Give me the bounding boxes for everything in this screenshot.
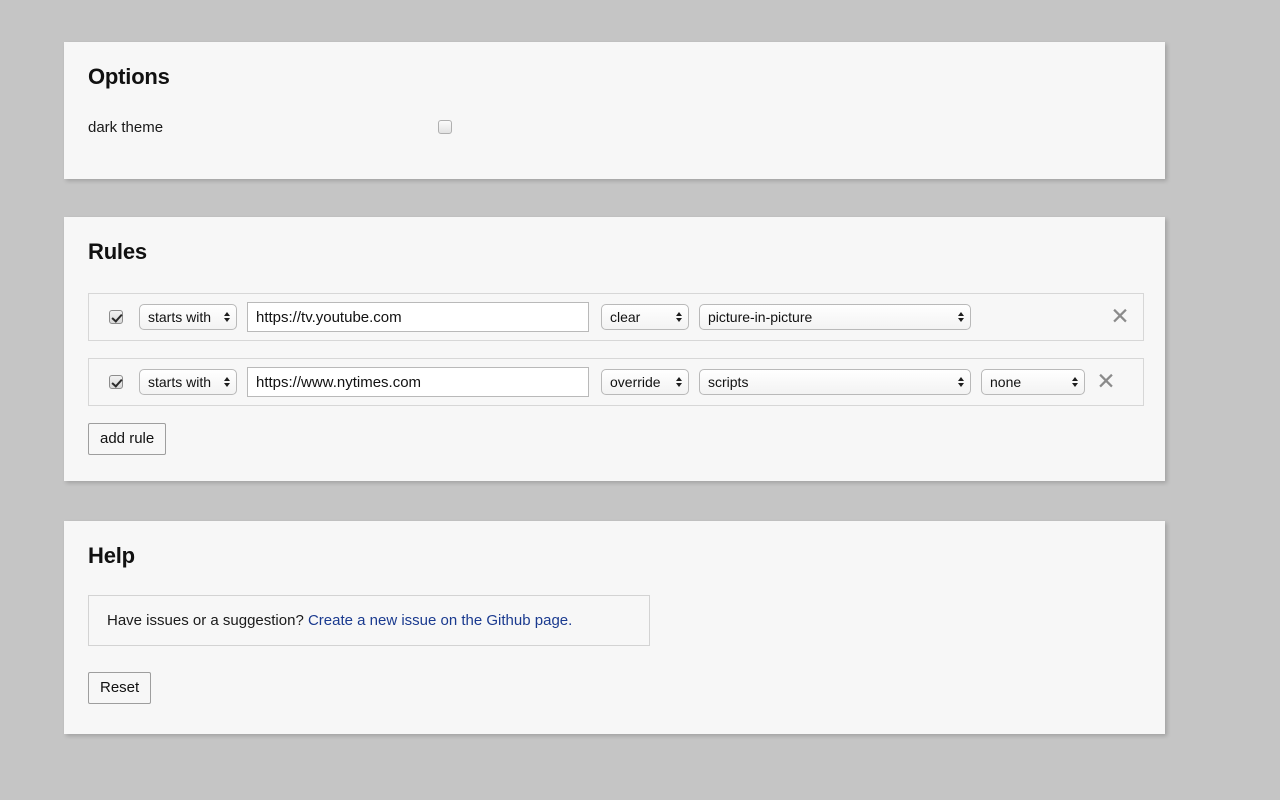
reset-wrap: Reset xyxy=(88,672,1141,704)
rule-action-select-wrap: clear xyxy=(601,304,689,330)
delete-rule-icon[interactable]: ✕ xyxy=(1109,306,1131,328)
rule-enabled-checkbox[interactable] xyxy=(109,310,123,324)
rule-match-select-wrap: starts with xyxy=(139,304,237,330)
rule-action-select[interactable]: override xyxy=(601,369,689,395)
rule-value-select[interactable]: none xyxy=(981,369,1085,395)
add-rule-wrap: add rule xyxy=(88,423,1141,455)
dark-theme-label: dark theme xyxy=(88,119,438,136)
rule-target-select-wrap: scripts xyxy=(699,369,971,395)
rule-value-select-wrap: none xyxy=(981,369,1085,395)
help-card: Help Have issues or a suggestion? Create… xyxy=(64,521,1165,734)
reset-button[interactable]: Reset xyxy=(88,672,151,704)
rule-url-input[interactable] xyxy=(247,367,589,397)
github-issue-link[interactable]: Create a new issue on the Github page. xyxy=(308,612,572,629)
dark-theme-row: dark theme xyxy=(88,116,1141,138)
rules-card: Rules starts with clear picture-in-pictu… xyxy=(64,217,1165,481)
rule-match-select[interactable]: starts with xyxy=(139,304,237,330)
rule-match-select[interactable]: starts with xyxy=(139,369,237,395)
add-rule-button[interactable]: add rule xyxy=(88,423,166,455)
options-title: Options xyxy=(88,64,1141,90)
rule-action-select[interactable]: clear xyxy=(601,304,689,330)
rule-match-select-wrap: starts with xyxy=(139,369,237,395)
rule-target-select[interactable]: scripts xyxy=(699,369,971,395)
rule-target-select-wrap: picture-in-picture xyxy=(699,304,971,330)
dark-theme-checkbox[interactable] xyxy=(438,120,452,134)
rule-enabled-checkbox[interactable] xyxy=(109,375,123,389)
rules-title: Rules xyxy=(88,239,1141,265)
rule-action-select-wrap: override xyxy=(601,369,689,395)
help-message-box: Have issues or a suggestion? Create a ne… xyxy=(88,595,650,646)
options-card: Options dark theme xyxy=(64,42,1165,179)
help-title: Help xyxy=(88,543,1141,569)
rule-row: starts with override scripts none xyxy=(88,358,1144,406)
rule-row: starts with clear picture-in-picture ✕ xyxy=(88,293,1144,341)
options-page: Options dark theme Rules starts with cle… xyxy=(0,0,1280,800)
delete-rule-icon[interactable]: ✕ xyxy=(1095,371,1117,393)
help-message-text: Have issues or a suggestion? xyxy=(107,612,308,629)
rule-url-input[interactable] xyxy=(247,302,589,332)
rule-target-select[interactable]: picture-in-picture xyxy=(699,304,971,330)
